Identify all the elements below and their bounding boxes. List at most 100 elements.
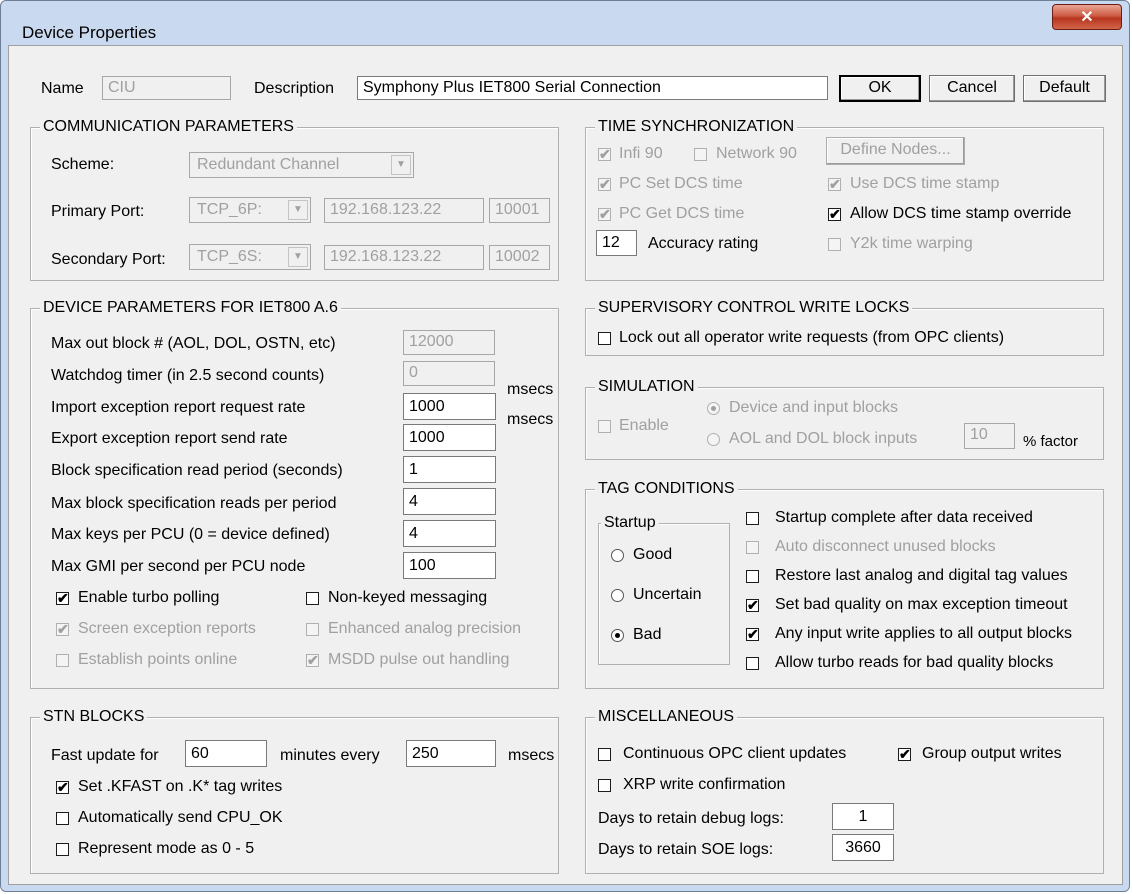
restore-last-values-checkbox[interactable] (746, 570, 759, 583)
use-dcs-time-stamp-checkbox[interactable]: ✔ (828, 177, 841, 191)
screen-exception-reports-checkbox[interactable]: ✔ (56, 622, 69, 636)
watchdog-timer-field[interactable]: 0 (403, 361, 495, 386)
watchdog-timer-label: Watchdog timer (in 2.5 second counts) (51, 367, 325, 384)
msdd-pulse-out-handling-checkbox[interactable]: ✔ (306, 653, 319, 667)
name-field[interactable]: CIU (102, 76, 231, 100)
startup-complete-checkbox[interactable] (746, 512, 759, 525)
soe-logs-field[interactable]: 3660 (832, 834, 894, 861)
simulation-title: SIMULATION (595, 377, 698, 397)
xrp-write-confirmation-checkbox[interactable] (598, 779, 611, 792)
export-exception-rate-label: Export exception report send rate (51, 430, 288, 447)
group-output-writes-label: Group output writes (922, 745, 1062, 762)
set-kfast-checkbox[interactable]: ✔ (56, 780, 69, 794)
network90-label: Network 90 (716, 145, 797, 162)
import-exception-rate-label: Import exception report request rate (51, 399, 306, 416)
simulation-factor-field[interactable]: 10 (964, 423, 1015, 449)
establish-points-online-label: Establish points online (78, 651, 238, 668)
msdd-pulse-out-handling-label: MSDD pulse out handling (328, 651, 510, 668)
continuous-opc-updates-checkbox[interactable] (598, 748, 611, 761)
allow-turbo-reads-checkbox[interactable] (746, 657, 759, 670)
device-input-blocks-label: Device and input blocks (729, 399, 898, 416)
export-exception-rate-field[interactable]: 1000 (403, 424, 496, 451)
max-keys-per-pcu-label: Max keys per PCU (0 = device defined) (51, 526, 330, 543)
pc-set-dcs-time-checkbox[interactable]: ✔ (598, 177, 611, 191)
max-out-block-field[interactable]: 12000 (403, 330, 495, 355)
device-parameters-title: DEVICE PARAMETERS FOR IET800 A.6 (40, 298, 341, 318)
infi90-checkbox[interactable]: ✔ (598, 147, 611, 161)
fast-update-msecs-field[interactable]: 250 (406, 740, 496, 767)
secondary-port-type-value: TCP_6S: (197, 248, 262, 265)
set-kfast-label: Set .KFAST on .K* tag writes (78, 778, 283, 795)
xrp-write-confirmation-label: XRP write confirmation (623, 776, 786, 793)
block-spec-read-period-field[interactable]: 1 (403, 456, 496, 483)
debug-logs-field[interactable]: 1 (832, 803, 894, 830)
tag-conditions-title: TAG CONDITIONS (595, 479, 738, 499)
communication-parameters-title: COMMUNICATION PARAMETERS (40, 117, 297, 137)
pc-get-dcs-time-checkbox[interactable]: ✔ (598, 207, 611, 221)
pc-get-dcs-time-label: PC Get DCS time (619, 205, 745, 222)
secondary-port-label: Secondary Port: (51, 251, 166, 268)
primary-port-field[interactable]: 10001 (489, 198, 550, 223)
primary-port-type-select[interactable]: TCP_6P: ▼ (189, 197, 311, 223)
allow-dcs-time-stamp-override-checkbox[interactable]: ✔ (828, 207, 841, 221)
y2k-time-warping-checkbox[interactable] (828, 238, 841, 251)
description-field[interactable]: Symphony Plus IET800 Serial Connection (357, 76, 828, 100)
define-nodes-button[interactable]: Define Nodes... (826, 137, 965, 165)
stn-blocks-title: STN BLOCKS (40, 707, 148, 727)
screen-exception-reports-label: Screen exception reports (78, 620, 256, 637)
debug-logs-label: Days to retain debug logs: (598, 810, 784, 827)
aol-dol-inputs-radio[interactable] (707, 433, 720, 446)
enable-turbo-polling-checkbox[interactable]: ✔ (56, 591, 69, 605)
set-bad-quality-checkbox[interactable]: ✔ (746, 598, 759, 612)
import-exception-rate-field[interactable]: 1000 (403, 393, 496, 420)
fast-update-label: Fast update for (51, 747, 159, 764)
stn-msecs-label: msecs (508, 747, 555, 764)
startup-title: Startup (601, 513, 659, 533)
pc-set-dcs-time-label: PC Set DCS time (619, 175, 743, 192)
default-button[interactable]: Default (1023, 75, 1106, 102)
communication-parameters-group: COMMUNICATION PARAMETERS Scheme: Redunda… (30, 117, 559, 281)
represent-mode-label: Represent mode as 0 - 5 (78, 840, 255, 857)
send-cpu-ok-checkbox[interactable] (56, 812, 69, 825)
max-gmi-per-second-field[interactable]: 100 (403, 552, 496, 579)
non-keyed-messaging-checkbox[interactable] (306, 592, 319, 605)
establish-points-online-checkbox[interactable] (56, 654, 69, 667)
use-dcs-time-stamp-label: Use DCS time stamp (850, 175, 1000, 192)
scheme-select[interactable]: Redundant Channel ▼ (189, 152, 414, 178)
device-parameters-group: DEVICE PARAMETERS FOR IET800 A.6 Max out… (30, 298, 559, 689)
group-output-writes-checkbox[interactable]: ✔ (898, 747, 911, 761)
max-block-spec-reads-field[interactable]: 4 (403, 488, 496, 515)
stn-blocks-group: STN BLOCKS Fast update for 60 minutes ev… (30, 707, 559, 874)
allow-dcs-time-stamp-override-label: Allow DCS time stamp override (850, 205, 1072, 222)
any-input-write-checkbox[interactable]: ✔ (746, 627, 759, 641)
startup-bad-radio[interactable] (611, 629, 624, 642)
name-label: Name (41, 80, 84, 97)
ok-button[interactable]: OK (839, 75, 921, 102)
cancel-button[interactable]: Cancel (929, 75, 1015, 102)
secondary-port-type-select[interactable]: TCP_6S: ▼ (189, 244, 311, 270)
startup-uncertain-label: Uncertain (633, 586, 702, 603)
secondary-port-field[interactable]: 10002 (489, 245, 550, 270)
continuous-opc-updates-label: Continuous OPC client updates (623, 745, 847, 762)
accuracy-rating-field[interactable]: 12 (596, 230, 637, 256)
max-keys-per-pcu-field[interactable]: 4 (403, 520, 496, 547)
startup-good-radio[interactable] (611, 549, 624, 562)
primary-ip-field[interactable]: 192.168.123.22 (324, 198, 484, 223)
secondary-ip-field[interactable]: 192.168.123.22 (324, 245, 484, 270)
startup-good-label: Good (633, 546, 673, 563)
chevron-down-icon: ▼ (288, 200, 308, 220)
network90-checkbox[interactable] (694, 148, 707, 161)
auto-disconnect-checkbox[interactable] (746, 541, 759, 554)
device-input-blocks-radio[interactable] (707, 402, 720, 415)
title-bar[interactable]: Device Properties ✕ (1, 1, 1129, 42)
time-synchronization-title: TIME SYNCHRONIZATION (595, 117, 798, 137)
represent-mode-checkbox[interactable] (56, 843, 69, 856)
simulation-enable-checkbox[interactable] (598, 420, 611, 433)
enhanced-analog-precision-checkbox[interactable] (306, 623, 319, 636)
close-button[interactable]: ✕ (1052, 4, 1122, 30)
import-msecs-label: msecs (507, 381, 554, 398)
export-msecs-label: msecs (507, 411, 554, 428)
fast-update-minutes-field[interactable]: 60 (185, 740, 267, 767)
lock-out-writes-checkbox[interactable] (598, 332, 611, 345)
startup-uncertain-radio[interactable] (611, 589, 624, 602)
